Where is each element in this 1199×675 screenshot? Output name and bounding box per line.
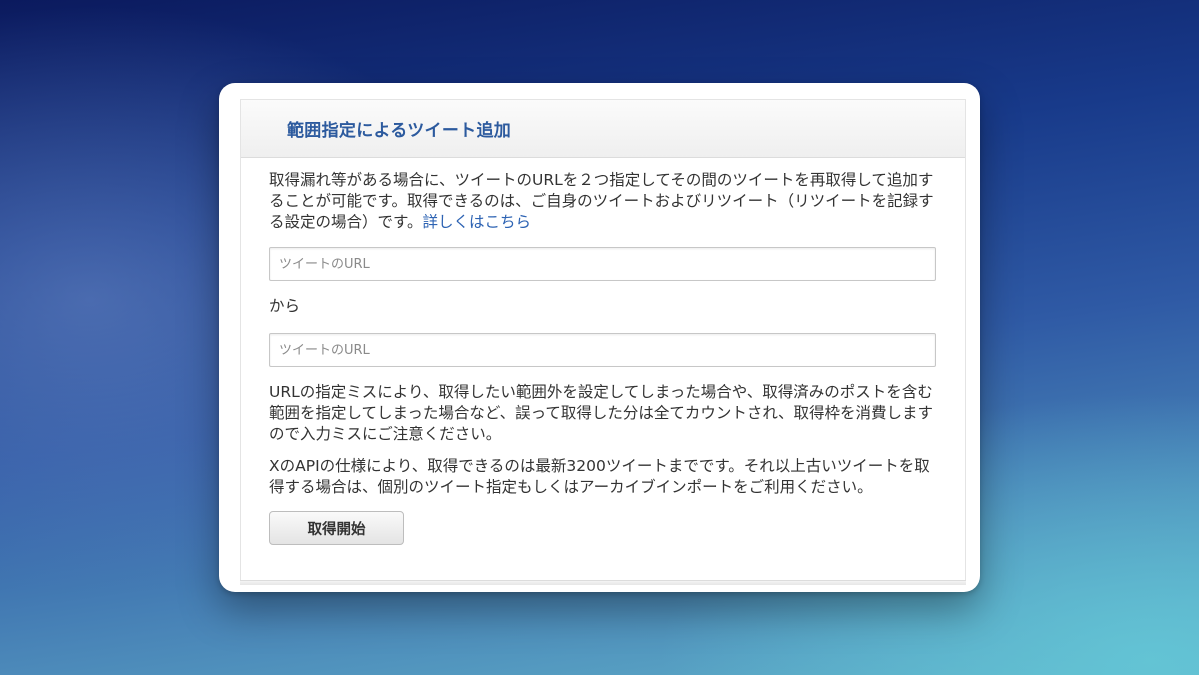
intro-text: 取得漏れ等がある場合に、ツイートのURLを２つ指定してその間のツイートを再取得し… [269, 171, 934, 231]
api-limit-note: XのAPIの仕様により、取得できるのは最新3200ツイートまでです。それ以上古い… [269, 457, 930, 496]
dialog-title: 範囲指定によるツイート追加 [287, 121, 512, 141]
start-tweet-url-input[interactable] [269, 247, 936, 281]
from-label: から [269, 297, 301, 315]
warning-paragraph: URLの指定ミスにより、取得したい範囲外を設定してしまった場合や、取得済みのポス… [269, 383, 934, 443]
range-add-dialog: 範囲指定によるツイート追加 取得漏れ等がある場合に、ツイートのURLを２つ指定し… [219, 83, 980, 592]
intro-paragraph: 取得漏れ等がある場合に、ツイートのURLを２つ指定してその間のツイートを再取得し… [269, 170, 937, 233]
end-tweet-url-input[interactable] [269, 333, 936, 367]
dialog-content: 範囲指定によるツイート追加 取得漏れ等がある場合に、ツイートのURLを２つ指定し… [240, 99, 966, 584]
dialog-body: 取得漏れ等がある場合に、ツイートのURLを２つ指定してその間のツイートを再取得し… [241, 158, 965, 545]
start-fetch-button[interactable]: 取得開始 [269, 511, 404, 545]
dialog-header: 範囲指定によるツイート追加 [241, 100, 965, 158]
dialog-bottom-edge [240, 580, 966, 585]
details-link[interactable]: 詳しくはこちら [422, 213, 531, 231]
